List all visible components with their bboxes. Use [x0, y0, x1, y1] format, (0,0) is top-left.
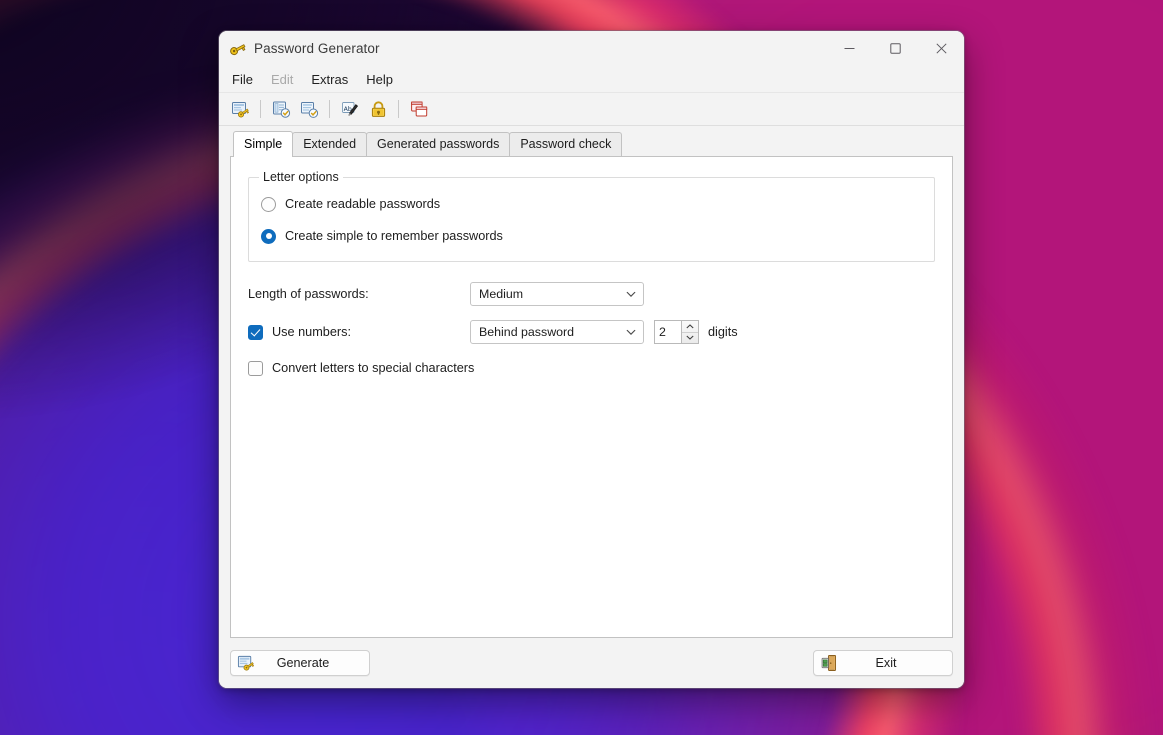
radio-create-simple-to-remember-passwords[interactable]: Create simple to remember passwords [261, 224, 922, 248]
letter-options-group: Letter options Create readable passwords… [248, 170, 935, 262]
letter-options-title: Letter options [259, 170, 343, 184]
maximize-button[interactable] [872, 31, 918, 66]
client-area: Simple Extended Generated passwords Pass… [219, 126, 964, 638]
digits-spinner[interactable]: 2 [654, 320, 699, 344]
radio-label-readable: Create readable passwords [285, 197, 441, 211]
toolbar: Ab [219, 93, 964, 126]
close-button[interactable] [918, 31, 964, 66]
toolbar-separator-2 [329, 100, 330, 118]
convert-special-characters-checkbox[interactable]: Convert letters to special characters [248, 355, 935, 381]
convert-special-label: Convert letters to special characters [272, 361, 475, 375]
generate-button[interactable]: Generate [230, 650, 370, 676]
tab-panel-simple: Letter options Create readable passwords… [230, 156, 953, 638]
digits-increment-button[interactable] [682, 321, 698, 333]
tab-simple[interactable]: Simple [233, 131, 294, 157]
windows-cascade-icon [410, 101, 427, 116]
close-icon [935, 43, 947, 54]
exit-button-label: Exit [875, 656, 897, 670]
length-of-passwords-value: Medium [479, 287, 524, 301]
menu-item-help[interactable]: Help [357, 69, 402, 90]
spellcheck-abc-icon: Ab [341, 101, 358, 116]
lock-icon [371, 100, 385, 117]
tab-extended[interactable]: Extended [292, 132, 368, 156]
length-of-passwords-select[interactable]: Medium [470, 282, 644, 306]
number-position-select[interactable]: Behind password [470, 320, 644, 344]
password-generator-window: Password Generator File Edit Extras Help… [219, 31, 964, 688]
toolbar-spellcheck-button[interactable]: Ab [337, 96, 363, 122]
number-position-value: Behind password [479, 325, 575, 339]
minimize-icon [844, 48, 854, 49]
chevron-down-icon [686, 335, 694, 341]
tab-password-check[interactable]: Password check [509, 132, 623, 156]
exit-door-icon [821, 655, 837, 671]
footer-bar: Generate Exit [219, 638, 964, 688]
convert-special-check-indicator [248, 360, 263, 376]
use-numbers-checkbox[interactable]: Use numbers: [248, 324, 470, 340]
toolbar-open-profile-button[interactable] [268, 96, 294, 122]
radio-indicator-simple [261, 228, 276, 244]
generate-password-icon [231, 101, 249, 117]
toolbar-cascade-windows-button[interactable] [406, 96, 432, 122]
toolbar-separator-1 [260, 100, 261, 118]
tab-strip: Simple Extended Generated passwords Pass… [230, 131, 953, 157]
length-of-passwords-row: Length of passwords: Medium [248, 279, 935, 309]
chevron-up-icon [686, 323, 694, 329]
use-numbers-label: Use numbers: [272, 325, 351, 339]
length-of-passwords-label: Length of passwords: [248, 287, 369, 301]
chevron-down-icon [626, 291, 636, 297]
use-numbers-row: Use numbers: Behind password 2 digits [248, 317, 935, 347]
minimize-button[interactable] [826, 31, 872, 66]
menu-bar: File Edit Extras Help [219, 66, 964, 93]
exit-button[interactable]: Exit [813, 650, 953, 676]
title-bar[interactable]: Password Generator [219, 31, 964, 66]
toolbar-lock-button[interactable] [365, 96, 391, 122]
digits-spinner-buttons [681, 320, 699, 344]
generate-key-icon [237, 655, 255, 671]
window-title: Password Generator [254, 41, 380, 56]
radio-indicator-readable [261, 196, 276, 212]
tab-generated-passwords[interactable]: Generated passwords [366, 132, 511, 156]
radio-create-readable-passwords[interactable]: Create readable passwords [261, 192, 922, 216]
maximize-icon [889, 43, 901, 54]
chevron-down-icon [626, 329, 636, 335]
window-controls [826, 31, 964, 66]
radio-label-simple: Create simple to remember passwords [285, 229, 503, 243]
menu-item-edit: Edit [270, 71, 294, 87]
digits-decrement-button[interactable] [682, 333, 698, 344]
save-profile-icon [300, 101, 318, 118]
toolbar-separator-3 [398, 100, 399, 118]
menu-item-file[interactable]: File [223, 69, 262, 90]
key-icon [230, 43, 246, 55]
generate-button-label: Generate [276, 656, 330, 670]
menu-item-extras[interactable]: Extras [302, 69, 357, 90]
toolbar-save-profile-button[interactable] [296, 96, 322, 122]
use-numbers-check-indicator [248, 324, 263, 340]
open-profile-icon [272, 101, 290, 118]
digits-unit-label: digits [708, 325, 738, 339]
form-area: Length of passwords: Medium Use numbers: [245, 262, 938, 381]
digits-input[interactable]: 2 [654, 320, 681, 344]
toolbar-generate-password-button[interactable] [227, 96, 253, 122]
